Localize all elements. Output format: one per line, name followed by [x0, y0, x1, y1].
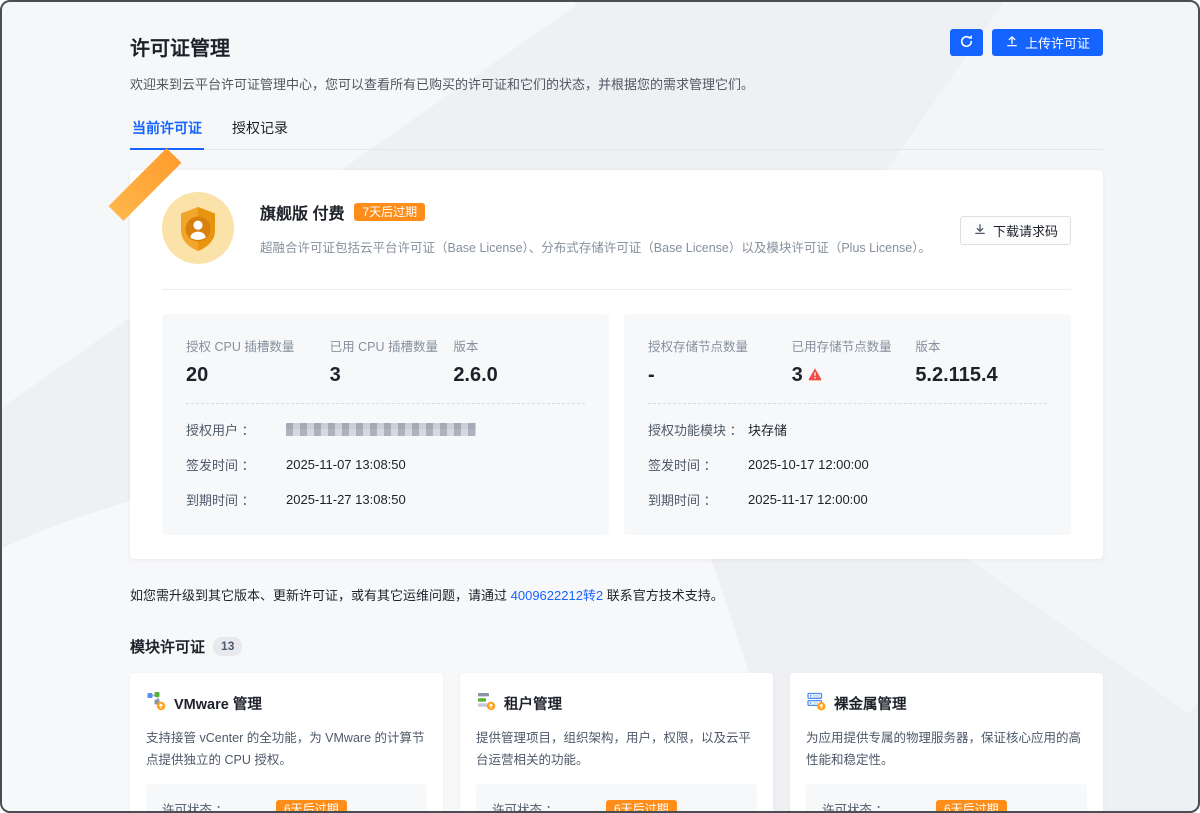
header-actions: 上传许可证 [950, 29, 1103, 56]
issue-time-row: 签发时间 ： 2025-10-17 12:00:00 [648, 455, 1047, 474]
page-subtitle: 欢迎来到云平台许可证管理中心，您可以查看所有已购买的许可证和它们的状态，并根据您… [130, 74, 754, 93]
module-card-description: 为应用提供专属的物理服务器，保证核心应用的高性能和稳定性。 [806, 728, 1087, 772]
expire-time-row: 到期时间 ： 2025-11-17 12:00:00 [648, 490, 1047, 509]
stat-storage-version: 版本 5.2.115.4 [915, 336, 1047, 387]
stat-used-storage-nodes: 已用存储节点数量 3 [792, 336, 916, 387]
download-request-code-label: 下载请求码 [993, 221, 1058, 240]
support-note-text: 如您需升级到其它版本、更新许可证，或有其它运维问题，请通过 [130, 588, 511, 603]
stat-authorized-storage-nodes: 授权存储节点数量 - [648, 336, 792, 387]
module-card-title: VMware 管理 [174, 693, 262, 714]
expire-time-row: 到期时间 ： 2025-11-27 13:08:50 [186, 490, 585, 509]
license-shield-icon [162, 192, 234, 269]
dashed-divider [186, 403, 585, 404]
module-card-detail-panel: 许可状态 ： 6天后过期 授权CPU插槽数量 ： 0/20 签发时间 ： 202… [146, 784, 427, 813]
platform-license-panel: 授权 CPU 插槽数量 20 已用 CPU 插槽数量 3 版本 2.6.0 [162, 314, 609, 535]
module-card-detail-panel: 许可状态 ： 6天后过期 授权物理机数量 ： 0/20 签发时间 ： 2025-… [806, 784, 1087, 813]
storage-license-panel: 授权存储节点数量 - 已用存储节点数量 3 [624, 314, 1071, 535]
upload-license-label: 上传许可证 [1025, 33, 1090, 52]
license-status-row: 许可状态 ： 6天后过期 [162, 799, 411, 813]
upload-icon [1005, 34, 1019, 51]
stat-authorized-cpu-sockets: 授权 CPU 插槽数量 20 [186, 336, 330, 387]
module-card-tenant: 租户管理 提供管理项目，组织架构，用户，权限，以及云平台运营相关的功能。 许可状… [460, 673, 773, 813]
module-count-badge: 13 [213, 637, 242, 655]
tab-bar: 当前许可证 授权记录 [130, 114, 1103, 150]
module-card-detail-panel: 许可状态 ： 6天后过期 签发时间 ： 2025-11-07 13:08:49 … [476, 784, 757, 813]
license-status-row: 许可状态 ： 6天后过期 [822, 799, 1071, 813]
module-card-vmware: VMware 管理 支持接管 vCenter 的全功能，为 VMware 的计算… [130, 673, 443, 813]
module-card-title: 裸金属管理 [834, 693, 907, 714]
dashed-divider [648, 403, 1047, 404]
authorized-user-row: 授权用户 ： [186, 420, 585, 439]
refresh-icon [959, 34, 974, 52]
download-icon [973, 222, 987, 239]
upload-license-button[interactable]: 上传许可证 [992, 29, 1103, 56]
refresh-button[interactable] [950, 29, 983, 56]
support-note-text: 联系官方技术支持。 [603, 588, 724, 603]
page-header: 许可证管理 欢迎来到云平台许可证管理中心，您可以查看所有已购买的许可证和它们的状… [130, 32, 1103, 93]
expire-badge: 6天后过期 [936, 800, 1007, 813]
module-license-section-header: 模块许可证 13 [130, 636, 1103, 657]
module-card-title: 租户管理 [504, 693, 562, 714]
license-description: 超融合许可证包括云平台许可证（Base License）、分布式存储许可证（Ba… [260, 237, 934, 256]
license-management-page: 许可证管理 欢迎来到云平台许可证管理中心，您可以查看所有已购买的许可证和它们的状… [0, 0, 1200, 813]
stat-used-cpu-sockets: 已用 CPU 插槽数量 3 [330, 336, 454, 387]
download-request-code-button[interactable]: 下载请求码 [960, 216, 1071, 245]
masked-user-value [286, 423, 476, 436]
module-card-description: 提供管理项目，组织架构，用户，权限，以及云平台运营相关的功能。 [476, 728, 757, 772]
stat-platform-version: 版本 2.6.0 [453, 336, 585, 387]
page-title: 许可证管理 [130, 32, 754, 61]
expire-badge: 6天后过期 [606, 800, 677, 813]
tab-current-license[interactable]: 当前许可证 [130, 114, 204, 150]
divider [162, 289, 1071, 290]
module-card-description: 支持接管 vCenter 的全功能，为 VMware 的计算节点提供独立的 CP… [146, 728, 427, 772]
issue-time-row: 签发时间 ： 2025-11-07 13:08:50 [186, 455, 585, 474]
support-note: 如您需升级到其它版本、更新许可证，或有其它运维问题，请通过 4009622212… [130, 585, 1103, 604]
authorized-feature-module-row: 授权功能模块 ： 块存储 [648, 420, 1047, 439]
tenant-management-icon [476, 691, 496, 716]
module-card-bare-metal: 裸金属管理 为应用提供专属的物理服务器，保证核心应用的高性能和稳定性。 许可状态… [790, 673, 1103, 813]
expire-badge: 6天后过期 [276, 800, 347, 813]
license-status-row: 许可状态 ： 6天后过期 [492, 799, 741, 813]
bare-metal-management-icon [806, 691, 826, 716]
section-title: 模块许可证 [130, 636, 205, 657]
support-phone-link[interactable]: 4009622212转2 [511, 588, 604, 603]
vmware-management-icon [146, 691, 166, 716]
license-name: 旗舰版 付费 [260, 200, 344, 224]
expire-badge: 7天后过期 [354, 203, 425, 221]
license-card: 旗舰版 付费 7天后过期 超融合许可证包括云平台许可证（Base License… [130, 170, 1103, 559]
warning-icon [808, 364, 822, 387]
tab-authorization-records[interactable]: 授权记录 [230, 114, 290, 149]
